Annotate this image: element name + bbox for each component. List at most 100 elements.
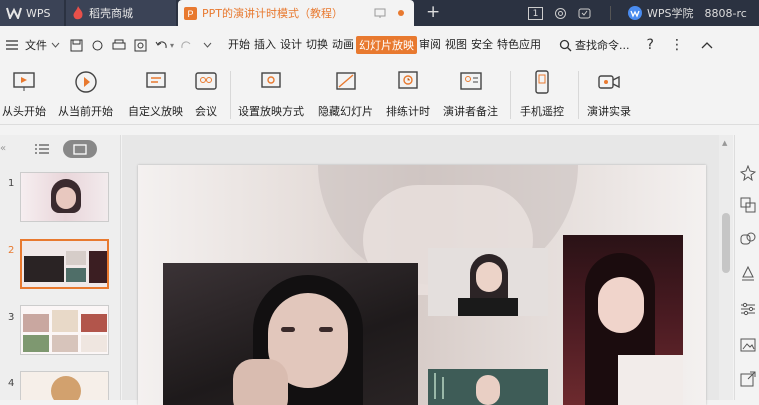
- play-from-current-button[interactable]: 从当前开始: [58, 69, 113, 119]
- meeting-button[interactable]: 会议: [194, 69, 218, 119]
- preview-icon[interactable]: [134, 39, 147, 52]
- history-icon[interactable]: [554, 7, 567, 20]
- scroll-up-arrow-icon[interactable]: ▲: [722, 139, 727, 147]
- slide-number: 3: [8, 312, 15, 323]
- meeting-icon: [195, 72, 217, 90]
- menu-tab-design[interactable]: 设计: [278, 36, 304, 54]
- search-icon[interactable]: [559, 39, 572, 52]
- share-out-icon[interactable]: [740, 371, 756, 387]
- menu-tab-home[interactable]: 开始: [226, 36, 252, 54]
- ribbon-label: 自定义放映: [128, 105, 183, 118]
- menu-tab-slideshow[interactable]: 幻灯片放映: [356, 36, 418, 54]
- collapse-ribbon-icon[interactable]: [701, 41, 713, 49]
- menu-tab-insert[interactable]: 插入: [252, 36, 278, 54]
- photo-main[interactable]: [163, 263, 418, 405]
- share-icon[interactable]: [578, 7, 591, 20]
- rehearse-timing-icon: [398, 71, 418, 89]
- divider: [610, 6, 611, 20]
- slides-view-toggle[interactable]: [63, 140, 97, 158]
- speaker-notes-icon: [459, 72, 482, 90]
- hamburger-icon[interactable]: [6, 40, 18, 50]
- slide-thumbnail-3[interactable]: [20, 305, 109, 355]
- play-from-current-icon: [74, 71, 97, 93]
- chevron-down-icon[interactable]: [51, 42, 60, 48]
- play-from-start-button[interactable]: 从头开始: [2, 69, 46, 119]
- photo-small-top[interactable]: [428, 248, 548, 316]
- command-search[interactable]: 查找命令...: [575, 37, 630, 53]
- new-tab-button[interactable]: +: [426, 2, 440, 22]
- slide-thumbnail-4[interactable]: [20, 371, 109, 400]
- image-icon[interactable]: [740, 337, 756, 353]
- account-area[interactable]: WPS学院 8808-rc: [628, 0, 747, 26]
- phone-remote-button[interactable]: 手机遥控: [520, 69, 564, 119]
- account-label: WPS学院: [647, 7, 694, 20]
- menu-tab-security[interactable]: 安全: [469, 36, 495, 54]
- setup-show-button[interactable]: 设置放映方式: [238, 69, 304, 119]
- monitor-icon[interactable]: [374, 8, 386, 19]
- wps-academy-icon: [628, 6, 642, 20]
- tab-document[interactable]: P PPT的演讲计时模式（教程）: [178, 0, 414, 26]
- ribbon-label: 手机遥控: [520, 105, 564, 118]
- menu-file[interactable]: 文件: [23, 37, 49, 53]
- tab-docer-label: 稻壳商城: [89, 7, 133, 20]
- setup-show-icon: [261, 72, 281, 88]
- scroll-thumb[interactable]: [722, 213, 730, 273]
- ribbon-separator: [578, 71, 579, 119]
- menu-bar: 文件 ▾ 开始 插入 设计 切换 动画 幻灯片放映 审阅 视图 安全 特色应用 …: [0, 33, 759, 57]
- hide-slide-icon: [335, 72, 356, 90]
- fill-icon[interactable]: [740, 265, 756, 281]
- current-slide[interactable]: [138, 165, 706, 405]
- svg-text:P: P: [188, 9, 194, 19]
- right-toolbar: [734, 135, 759, 400]
- account-id: 8808-rc: [704, 6, 747, 20]
- menu-tab-features[interactable]: 特色应用: [495, 36, 543, 54]
- redo-icon[interactable]: [180, 39, 193, 52]
- shapes-icon[interactable]: [740, 231, 756, 247]
- ribbon-separator: [230, 71, 231, 119]
- settings-sliders-icon[interactable]: [740, 301, 756, 317]
- print-icon[interactable]: [112, 39, 126, 52]
- ribbon-separator: [510, 71, 511, 119]
- ribbon-label: 会议: [195, 105, 217, 118]
- record-speech-button[interactable]: 演讲实录: [587, 69, 631, 119]
- menu-tabs: 开始 插入 设计 切换 动画 幻灯片放映 审阅 视图 安全 特色应用: [226, 36, 543, 54]
- slide-editing-canvas[interactable]: [122, 135, 719, 405]
- more-chevron-icon[interactable]: [203, 42, 212, 48]
- slide-thumbnail-1[interactable]: [20, 172, 109, 222]
- more-icon[interactable]: ⋮: [670, 37, 684, 53]
- window-count-badge[interactable]: 1: [528, 6, 543, 20]
- slide-thumbnail-2[interactable]: [20, 239, 109, 289]
- ribbon-label: 设置放映方式: [238, 105, 304, 118]
- menu-tab-view[interactable]: 视图: [443, 36, 469, 54]
- outline-view-icon[interactable]: [35, 144, 49, 155]
- rehearse-timing-button[interactable]: 排练计时: [386, 69, 430, 119]
- hide-slide-button[interactable]: 隐藏幻灯片: [318, 69, 373, 119]
- tab-docer-mall[interactable]: 稻壳商城: [66, 0, 176, 26]
- phone-remote-icon: [535, 70, 549, 94]
- export-icon[interactable]: [91, 39, 104, 52]
- ribbon-label: 隐藏幻灯片: [318, 105, 373, 118]
- save-icon[interactable]: [70, 39, 83, 52]
- tab-wps[interactable]: WPS: [0, 0, 64, 26]
- vertical-scrollbar[interactable]: ▲: [719, 135, 733, 400]
- speaker-notes-button[interactable]: 演讲者备注: [443, 69, 498, 119]
- ribbon-label: 演讲者备注: [443, 105, 498, 118]
- menu-tab-transition[interactable]: 切换: [304, 36, 330, 54]
- photo-tall-right[interactable]: [563, 235, 683, 405]
- replace-icon[interactable]: [740, 197, 756, 213]
- collapse-panel-icon[interactable]: «: [0, 143, 6, 154]
- custom-show-button[interactable]: 自定义放映: [128, 69, 183, 119]
- tab-document-label: PPT的演讲计时模式（教程）: [202, 7, 343, 20]
- unsaved-dot-icon: [398, 10, 404, 16]
- menu-tab-animation[interactable]: 动画: [330, 36, 356, 54]
- wps-logo-icon: [6, 7, 22, 19]
- undo-dropdown-icon[interactable]: ▾: [170, 41, 174, 50]
- menu-tab-review[interactable]: 审阅: [417, 36, 443, 54]
- undo-icon[interactable]: [155, 39, 168, 52]
- record-speech-icon: [598, 75, 620, 89]
- window-badge-group: 1: [528, 0, 591, 26]
- magic-icon[interactable]: [740, 165, 756, 181]
- ribbon-label: 从头开始: [2, 105, 46, 118]
- help-icon[interactable]: ?: [647, 37, 654, 53]
- flame-icon: [73, 6, 83, 20]
